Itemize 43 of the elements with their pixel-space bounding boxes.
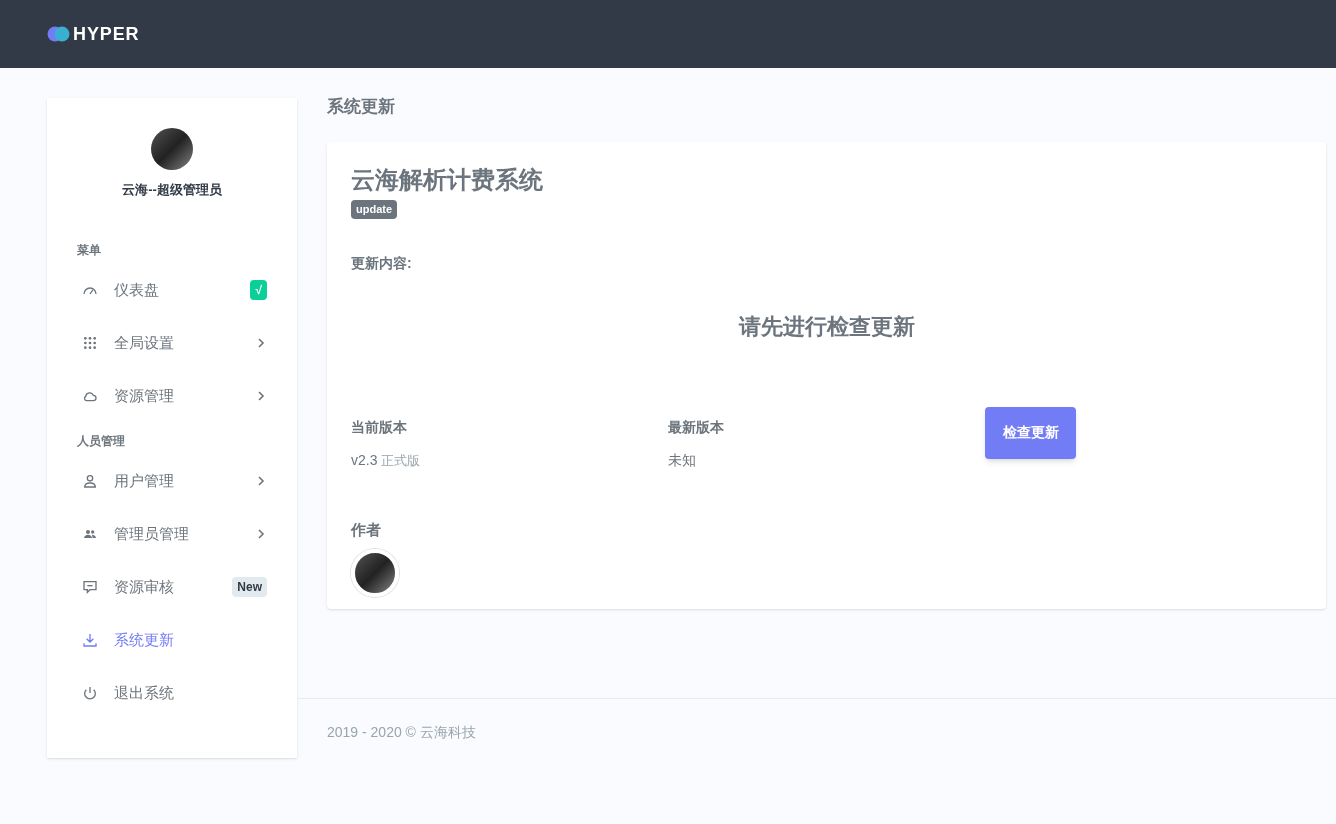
version-label: 最新版本 — [668, 417, 725, 437]
menu-item-label: 全局设置 — [114, 332, 175, 353]
version-note: 正式版 — [381, 451, 421, 470]
user-name: 云海--超级管理员 — [122, 181, 222, 199]
menu-item[interactable]: 资源管理 — [47, 369, 297, 423]
avatar — [151, 128, 193, 170]
version-value: 未知 — [668, 450, 697, 470]
menu-item[interactable]: 仪表盘 √ — [47, 263, 297, 317]
menu-item-label: 资源管理 — [114, 385, 175, 406]
message-icon — [82, 579, 98, 595]
menu-section-title: 人员管理 — [76, 432, 126, 450]
avatar — [351, 549, 399, 597]
download-icon — [82, 632, 98, 648]
menu-item[interactable]: 资源审核 New — [47, 560, 297, 614]
author-label: 作者 — [351, 519, 382, 540]
system-title: 云海解析计费系统 — [351, 165, 544, 195]
menu-item-label: 仪表盘 — [114, 279, 160, 300]
logo-icon — [47, 25, 71, 43]
grid-icon — [82, 335, 98, 351]
menu-item[interactable]: 全局设置 — [47, 316, 297, 370]
menu-item-label: 系统更新 — [114, 629, 175, 650]
page-title: 系统更新 — [327, 96, 396, 118]
version-value: v2.3 — [351, 450, 378, 470]
version-label: 当前版本 — [351, 417, 408, 437]
menu-item-label: 退出系统 — [114, 682, 175, 703]
menu-item[interactable]: 管理员管理 — [47, 507, 297, 561]
footer-text: 2019 - 2020 © 云海科技 — [327, 723, 476, 742]
menu-badge: √ — [250, 280, 267, 300]
menu-item[interactable]: 系统更新 — [47, 613, 297, 667]
check-update-button[interactable]: 检查更新 — [985, 406, 1076, 459]
user-icon — [82, 473, 98, 489]
menu-item[interactable]: 用户管理 — [47, 454, 297, 508]
power-icon — [82, 685, 98, 701]
menu-badge: New — [232, 577, 267, 597]
menu-section-title: 菜单 — [76, 241, 102, 259]
menu-item[interactable]: 退出系统 — [47, 666, 297, 720]
update-tag: update — [351, 200, 398, 219]
menu-item-label: 用户管理 — [114, 470, 175, 491]
logo-text[interactable]: HYPER — [73, 20, 140, 48]
menu-item-label: 资源审核 — [114, 576, 175, 597]
menu-item-label: 管理员管理 — [114, 523, 190, 544]
content-label: 更新内容: — [351, 253, 413, 273]
update-notice: 请先进行检查更新 — [737, 312, 916, 341]
